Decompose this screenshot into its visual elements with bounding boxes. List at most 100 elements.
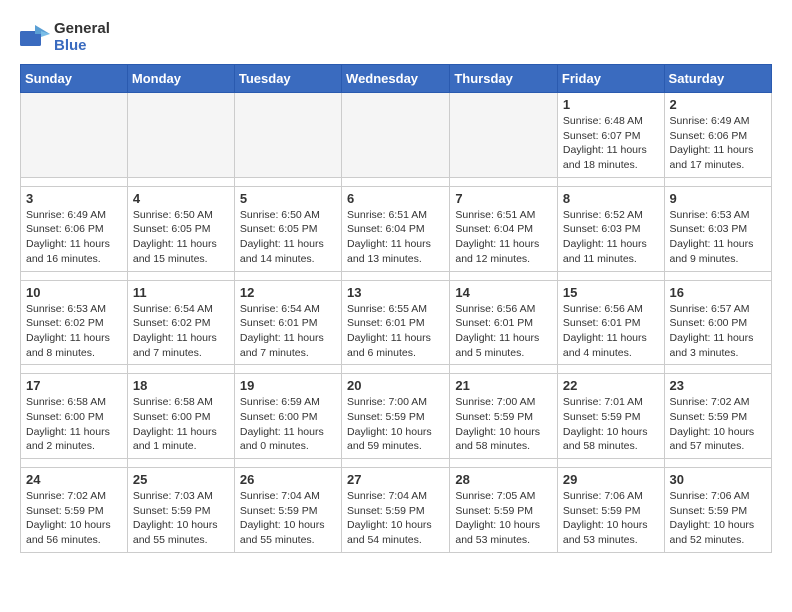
day-number: 22 [563,378,659,393]
day-number: 16 [670,285,766,300]
calendar-cell: 18 Sunrise: 6:58 AM Sunset: 6:00 PM Dayli… [127,374,234,459]
day-number: 4 [133,191,229,206]
day-info: Sunrise: 6:58 AM Sunset: 6:00 PM Dayligh… [133,395,229,454]
day-number: 23 [670,378,766,393]
day-number: 9 [670,191,766,206]
column-header-thursday: Thursday [450,65,558,93]
day-info: Sunrise: 7:04 AM Sunset: 5:59 PM Dayligh… [240,489,336,548]
calendar-table: SundayMondayTuesdayWednesdayThursdayFrid… [20,64,772,553]
day-info: Sunrise: 6:49 AM Sunset: 6:06 PM Dayligh… [670,114,766,173]
week-row-4: 24 Sunrise: 7:02 AM Sunset: 5:59 PM Dayli… [21,468,772,553]
day-number: 7 [455,191,552,206]
day-info: Sunrise: 6:51 AM Sunset: 6:04 PM Dayligh… [347,208,444,267]
day-info: Sunrise: 6:55 AM Sunset: 6:01 PM Dayligh… [347,302,444,361]
day-info: Sunrise: 6:49 AM Sunset: 6:06 PM Dayligh… [26,208,122,267]
calendar-cell [234,93,341,178]
calendar-cell: 3 Sunrise: 6:49 AM Sunset: 6:06 PM Daylig… [21,186,128,271]
logo: General Blue [20,20,110,54]
calendar-cell: 17Sunrise: 6:58 AM Sunset: 6:00 PM Dayli… [21,374,128,459]
calendar-cell: 9 Sunrise: 6:53 AM Sunset: 6:03 PM Daylig… [664,186,771,271]
calendar-cell: 19Sunrise: 6:59 AM Sunset: 6:00 PM Dayli… [234,374,341,459]
day-info: Sunrise: 7:04 AM Sunset: 5:59 PM Dayligh… [347,489,444,548]
column-header-friday: Friday [557,65,664,93]
calendar-cell: 21 Sunrise: 7:00 AM Sunset: 5:59 PM Dayli… [450,374,558,459]
calendar-body: 1 Sunrise: 6:48 AM Sunset: 6:07 PM Daylig… [21,93,772,553]
column-header-sunday: Sunday [21,65,128,93]
column-header-tuesday: Tuesday [234,65,341,93]
header-row: SundayMondayTuesdayWednesdayThursdayFrid… [21,65,772,93]
week-row-1: 3 Sunrise: 6:49 AM Sunset: 6:06 PM Daylig… [21,186,772,271]
week-row-3: 17Sunrise: 6:58 AM Sunset: 6:00 PM Dayli… [21,374,772,459]
calendar-cell: 23Sunrise: 7:02 AM Sunset: 5:59 PM Dayli… [664,374,771,459]
day-info: Sunrise: 7:00 AM Sunset: 5:59 PM Dayligh… [347,395,444,454]
day-info: Sunrise: 6:57 AM Sunset: 6:00 PM Dayligh… [670,302,766,361]
calendar-cell: 25 Sunrise: 7:03 AM Sunset: 5:59 PM Dayli… [127,468,234,553]
calendar-cell [450,93,558,178]
day-info: Sunrise: 6:52 AM Sunset: 6:03 PM Dayligh… [563,208,659,267]
calendar-header: SundayMondayTuesdayWednesdayThursdayFrid… [21,65,772,93]
day-number: 21 [455,378,552,393]
day-number: 14 [455,285,552,300]
day-info: Sunrise: 7:06 AM Sunset: 5:59 PM Dayligh… [670,489,766,548]
calendar-cell: 28 Sunrise: 7:05 AM Sunset: 5:59 PM Dayli… [450,468,558,553]
day-number: 15 [563,285,659,300]
day-info: Sunrise: 6:56 AM Sunset: 6:01 PM Dayligh… [455,302,552,361]
calendar-cell: 7 Sunrise: 6:51 AM Sunset: 6:04 PM Daylig… [450,186,558,271]
day-number: 20 [347,378,444,393]
page-header: General Blue [20,20,772,54]
calendar-cell: 5Sunrise: 6:50 AM Sunset: 6:05 PM Daylig… [234,186,341,271]
calendar-cell [127,93,234,178]
day-number: 18 [133,378,229,393]
week-separator [21,177,772,186]
calendar-cell: 27Sunrise: 7:04 AM Sunset: 5:59 PM Dayli… [342,468,450,553]
column-header-wednesday: Wednesday [342,65,450,93]
day-number: 25 [133,472,229,487]
week-row-2: 10Sunrise: 6:53 AM Sunset: 6:02 PM Dayli… [21,280,772,365]
day-info: Sunrise: 6:51 AM Sunset: 6:04 PM Dayligh… [455,208,552,267]
calendar-cell: 12Sunrise: 6:54 AM Sunset: 6:01 PM Dayli… [234,280,341,365]
week-separator [21,271,772,280]
day-info: Sunrise: 6:48 AM Sunset: 6:07 PM Dayligh… [563,114,659,173]
calendar-cell: 29Sunrise: 7:06 AM Sunset: 5:59 PM Dayli… [557,468,664,553]
week-separator [21,459,772,468]
day-number: 11 [133,285,229,300]
calendar-cell: 11Sunrise: 6:54 AM Sunset: 6:02 PM Dayli… [127,280,234,365]
day-info: Sunrise: 7:06 AM Sunset: 5:59 PM Dayligh… [563,489,659,548]
column-header-monday: Monday [127,65,234,93]
day-number: 2 [670,97,766,112]
calendar-cell: 6Sunrise: 6:51 AM Sunset: 6:04 PM Daylig… [342,186,450,271]
week-row-0: 1 Sunrise: 6:48 AM Sunset: 6:07 PM Daylig… [21,93,772,178]
calendar-cell: 1 Sunrise: 6:48 AM Sunset: 6:07 PM Daylig… [557,93,664,178]
day-info: Sunrise: 6:50 AM Sunset: 6:05 PM Dayligh… [133,208,229,267]
day-number: 28 [455,472,552,487]
day-info: Sunrise: 6:54 AM Sunset: 6:01 PM Dayligh… [240,302,336,361]
day-number: 30 [670,472,766,487]
day-number: 3 [26,191,122,206]
day-info: Sunrise: 7:01 AM Sunset: 5:59 PM Dayligh… [563,395,659,454]
calendar-cell [21,93,128,178]
day-info: Sunrise: 7:03 AM Sunset: 5:59 PM Dayligh… [133,489,229,548]
week-separator [21,365,772,374]
day-number: 24 [26,472,122,487]
day-number: 8 [563,191,659,206]
day-number: 1 [563,97,659,112]
calendar-cell: 2 Sunrise: 6:49 AM Sunset: 6:06 PM Daylig… [664,93,771,178]
day-info: Sunrise: 7:00 AM Sunset: 5:59 PM Dayligh… [455,395,552,454]
calendar-cell: 14 Sunrise: 6:56 AM Sunset: 6:01 PM Dayli… [450,280,558,365]
day-info: Sunrise: 7:02 AM Sunset: 5:59 PM Dayligh… [26,489,122,548]
calendar-cell: 15 Sunrise: 6:56 AM Sunset: 6:01 PM Dayli… [557,280,664,365]
day-info: Sunrise: 6:58 AM Sunset: 6:00 PM Dayligh… [26,395,122,454]
calendar-cell: 22 Sunrise: 7:01 AM Sunset: 5:59 PM Dayli… [557,374,664,459]
day-number: 19 [240,378,336,393]
calendar-cell: 26Sunrise: 7:04 AM Sunset: 5:59 PM Dayli… [234,468,341,553]
day-info: Sunrise: 6:53 AM Sunset: 6:03 PM Dayligh… [670,208,766,267]
day-info: Sunrise: 7:05 AM Sunset: 5:59 PM Dayligh… [455,489,552,548]
calendar-cell: 20 Sunrise: 7:00 AM Sunset: 5:59 PM Dayli… [342,374,450,459]
day-number: 5 [240,191,336,206]
day-info: Sunrise: 6:56 AM Sunset: 6:01 PM Dayligh… [563,302,659,361]
logo-text: General Blue [54,20,110,54]
column-header-saturday: Saturday [664,65,771,93]
calendar-cell: 13Sunrise: 6:55 AM Sunset: 6:01 PM Dayli… [342,280,450,365]
day-number: 10 [26,285,122,300]
calendar-cell: 10Sunrise: 6:53 AM Sunset: 6:02 PM Dayli… [21,280,128,365]
